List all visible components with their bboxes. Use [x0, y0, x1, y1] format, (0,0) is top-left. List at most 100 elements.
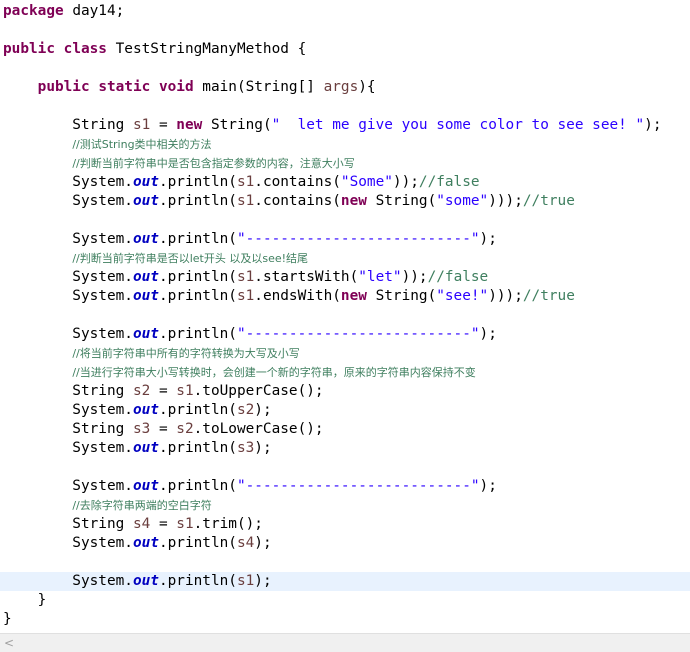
- local-variable-token: s1: [176, 516, 194, 532]
- code-line[interactable]: public static void main(String[] args){: [0, 78, 690, 97]
- code-line[interactable]: //判断当前字符串中是否包含指定参数的内容，注意大小写: [0, 154, 690, 173]
- static-field-token: out: [132, 231, 159, 247]
- code-line[interactable]: [0, 59, 690, 78]
- code-text: );: [254, 440, 272, 456]
- local-variable-token: s1: [236, 174, 255, 190]
- code-text: =: [150, 383, 177, 399]
- code-text: }: [3, 611, 12, 627]
- code-line[interactable]: [0, 306, 690, 325]
- static-field-token: out: [132, 193, 159, 209]
- code-text: .println(: [158, 440, 237, 456]
- code-line[interactable]: package day14;: [0, 2, 690, 21]
- static-field-token: out: [132, 535, 159, 551]
- code-line[interactable]: System.out.println(s4);: [0, 534, 690, 553]
- static-field-token: out: [132, 288, 159, 304]
- code-line[interactable]: [0, 211, 690, 230]
- code-line[interactable]: System.out.println("--------------------…: [0, 477, 690, 496]
- string-literal: "Some": [340, 174, 393, 190]
- code-line[interactable]: System.out.println(s1.startsWith("let"))…: [0, 268, 690, 287]
- code-line[interactable]: }: [0, 610, 690, 629]
- code-line[interactable]: System.out.println("--------------------…: [0, 230, 690, 249]
- code-text: ){: [358, 79, 376, 95]
- comment-text: //当进行字符串大小写转换时，会创建一个新的字符串，原来的字符串内容保持不变: [72, 366, 476, 379]
- code-line[interactable]: [0, 97, 690, 116]
- code-line[interactable]: System.out.println(s1.contains(new Strin…: [0, 192, 690, 211]
- code-line[interactable]: String s1 = new String(" let me give you…: [0, 116, 690, 135]
- code-line[interactable]: System.out.println("--------------------…: [0, 325, 690, 344]
- horizontal-scrollbar[interactable]: <: [0, 633, 690, 652]
- code-line[interactable]: //测试String类中相关的方法: [0, 135, 690, 154]
- code-text: System.: [3, 231, 133, 247]
- code-line[interactable]: //去除字符串两端的空白字符: [0, 496, 690, 515]
- comment-text: //去除字符串两端的空白字符: [72, 499, 212, 512]
- chevron-left-icon[interactable]: <: [3, 635, 15, 651]
- code-text: String(: [202, 117, 272, 133]
- code-line[interactable]: System.out.println(s1.endsWith(new Strin…: [0, 287, 690, 306]
- code-text: String: [3, 383, 133, 399]
- code-text: System.: [3, 440, 133, 456]
- comment-text: //true: [522, 288, 575, 304]
- code-text: ));: [401, 269, 428, 285]
- code-text: ));: [392, 174, 419, 190]
- code-editor[interactable]: package day14; public class TestStringMan…: [0, 0, 690, 633]
- code-line[interactable]: }: [0, 591, 690, 610]
- static-field-token: out: [132, 326, 159, 342]
- code-line-text: public class TestStringManyMethod {: [3, 40, 306, 59]
- comment-text: //false: [418, 174, 480, 190]
- code-text: )));: [488, 193, 523, 209]
- code-text: .println(: [158, 231, 237, 247]
- code-line[interactable]: String s2 = s1.toUpperCase();: [0, 382, 690, 401]
- code-line[interactable]: public class TestStringManyMethod {: [0, 40, 690, 59]
- local-variable-token: s1: [176, 383, 194, 399]
- code-line[interactable]: String s3 = s2.toLowerCase();: [0, 420, 690, 439]
- comment-text: //判断当前字符串是否以let开头 以及以see!结尾: [72, 252, 309, 265]
- code-line[interactable]: //将当前字符串中所有的字符转换为大写及小写: [0, 344, 690, 363]
- static-field-token: out: [132, 478, 159, 494]
- code-line[interactable]: System.out.println(s1.contains("Some"));…: [0, 173, 690, 192]
- string-literal: "let": [358, 269, 402, 285]
- local-variable-token: s3: [132, 421, 151, 437]
- local-variable-token: s1: [236, 288, 255, 304]
- code-line-text: String s4 = s1.trim();: [3, 515, 263, 534]
- code-line[interactable]: [0, 21, 690, 40]
- code-text: .endsWith(: [254, 288, 341, 304]
- code-text: System.: [3, 288, 133, 304]
- code-line-text: System.out.println("--------------------…: [3, 325, 497, 344]
- code-line-text: System.out.println(s1.endsWith(new Strin…: [3, 287, 575, 306]
- code-text: System.: [3, 535, 133, 551]
- code-line[interactable]: [0, 458, 690, 477]
- code-line[interactable]: //判断当前字符串是否以let开头 以及以see!结尾: [0, 249, 690, 268]
- code-line[interactable]: System.out.println(s3);: [0, 439, 690, 458]
- code-text: .startsWith(: [254, 269, 359, 285]
- code-text: }: [3, 592, 47, 608]
- code-line-text: }: [3, 610, 12, 629]
- code-text: main(String[]: [193, 79, 324, 95]
- local-variable-token: s1: [236, 269, 255, 285]
- code-text: .trim();: [193, 516, 263, 532]
- code-text: String: [3, 516, 133, 532]
- code-line-text: System.out.println(s4);: [3, 534, 272, 553]
- comment-text: //测试String类中相关的方法: [72, 138, 212, 151]
- code-line-text: //判断当前字符串中是否包含指定参数的内容，注意大小写: [3, 154, 354, 173]
- local-variable-token: s2: [176, 421, 194, 437]
- string-literal: "--------------------------": [236, 326, 480, 342]
- code-text: .println(: [158, 573, 237, 589]
- keyword-token: void: [158, 79, 194, 95]
- code-text: );: [254, 535, 272, 551]
- current-code-line[interactable]: System.out.println(s1);: [0, 572, 690, 591]
- code-text: System.: [3, 269, 133, 285]
- string-literal: "--------------------------": [236, 231, 480, 247]
- code-line[interactable]: [0, 553, 690, 572]
- code-line[interactable]: //当进行字符串大小写转换时，会创建一个新的字符串，原来的字符串内容保持不变: [0, 363, 690, 382]
- code-line-text: String s1 = new String(" let me give you…: [3, 116, 661, 135]
- code-text: .toUpperCase();: [193, 383, 324, 399]
- static-field-token: out: [132, 402, 159, 418]
- code-text: System.: [3, 193, 133, 209]
- code-text: .contains(: [254, 193, 341, 209]
- code-line[interactable]: System.out.println(s2);: [0, 401, 690, 420]
- code-line[interactable]: String s4 = s1.trim();: [0, 515, 690, 534]
